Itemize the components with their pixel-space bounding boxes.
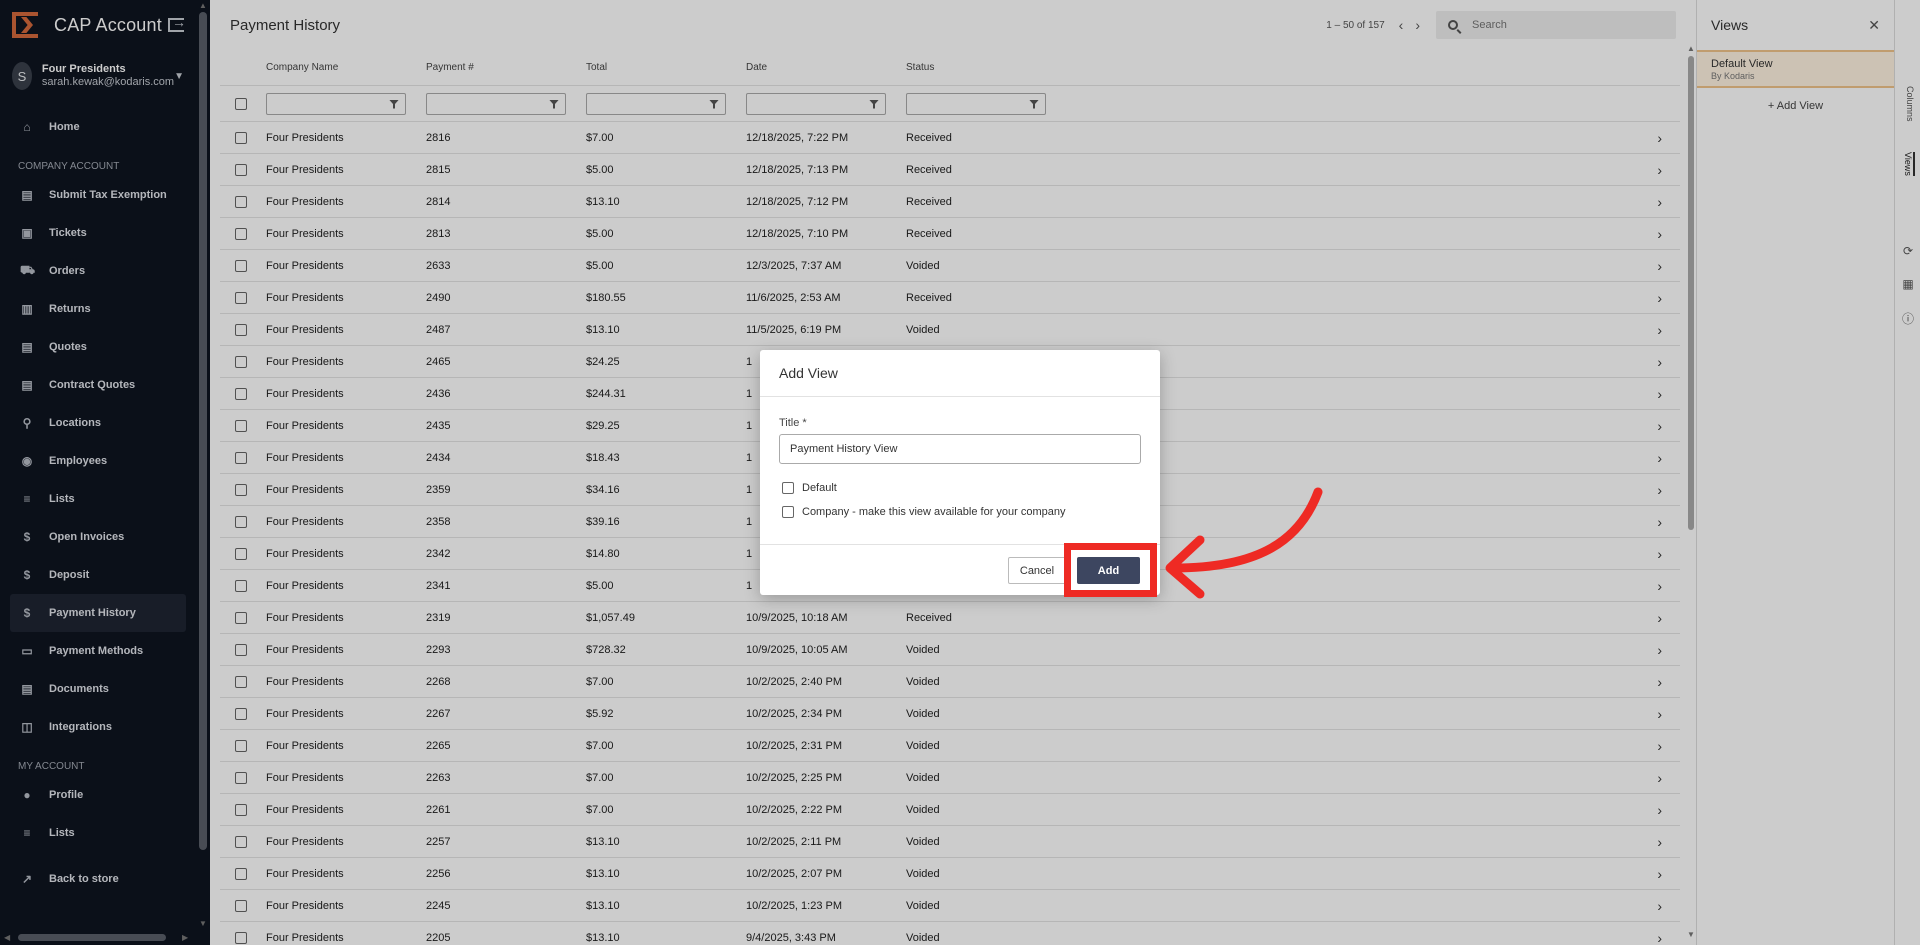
default-checkbox[interactable] [782,482,794,494]
company-checkbox[interactable] [782,506,794,518]
default-label: Default [802,482,837,494]
dialog-title: Add View [760,350,1160,397]
add-button-highlight [1064,543,1157,597]
title-field[interactable] [779,434,1141,464]
title-input[interactable] [790,443,1130,455]
callout-arrow-icon [1165,487,1323,599]
default-option[interactable]: Default [779,482,1141,494]
cancel-button[interactable]: Cancel [1008,557,1066,584]
company-option[interactable]: Company - make this view available for y… [779,506,1141,518]
title-field-label: Title * [779,417,807,429]
company-label: Company - make this view available for y… [802,506,1066,518]
